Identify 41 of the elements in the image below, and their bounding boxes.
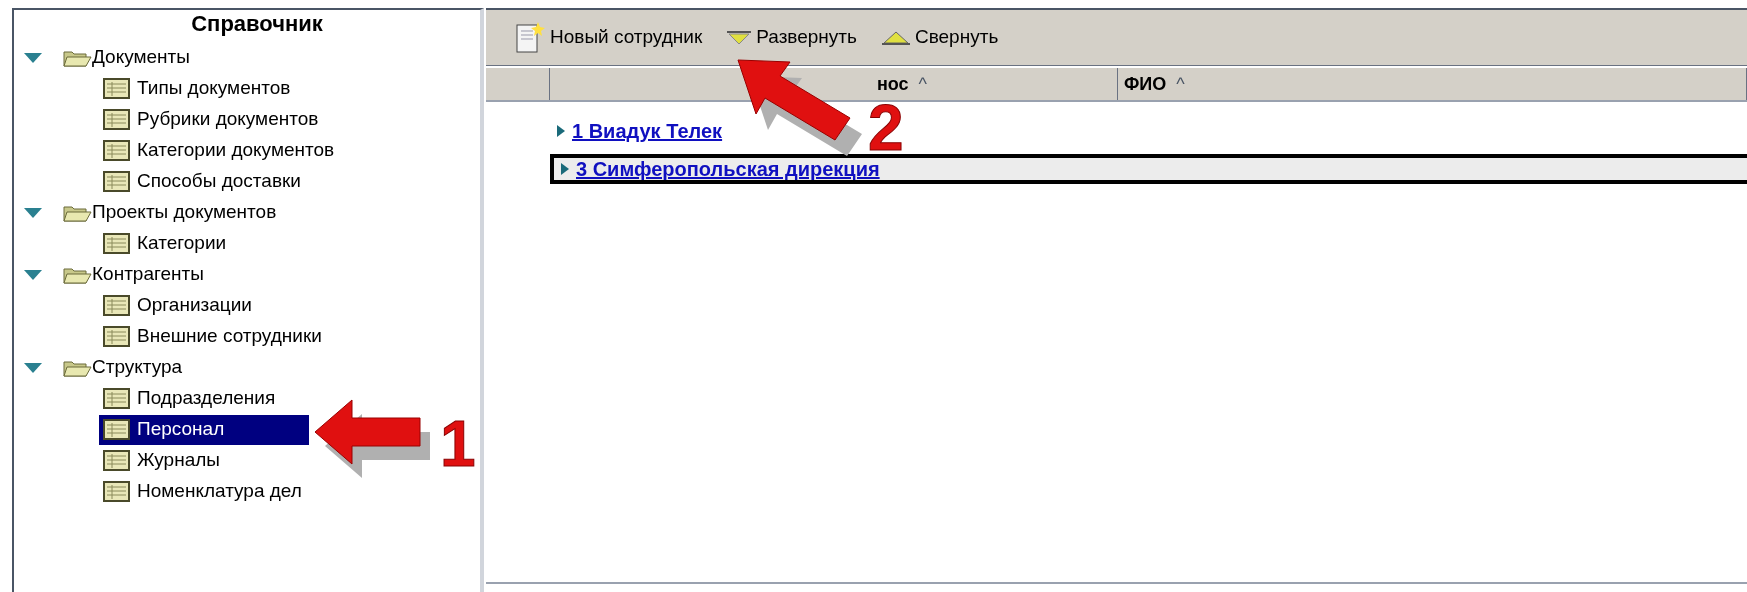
tree-item[interactable]: Контрагенты [92,260,204,289]
tree-item[interactable]: Документы [92,43,190,72]
table-icon [103,325,131,348]
tree-item[interactable]: Категории [99,228,229,259]
table-icon [103,139,131,162]
tree-item[interactable]: Подразделения [99,383,278,414]
collapse-icon [880,29,911,46]
table-icon [103,480,131,503]
group-row[interactable]: 3 Симферопольская дирекция [550,154,1747,184]
column-header[interactable]: ФИО ^ [1118,68,1747,100]
callout-number: 1 [440,408,476,480]
tree-item[interactable]: Рубрики документов [99,104,321,135]
panel-title: Справочник [190,12,324,36]
tree-item[interactable]: Персонал [99,414,309,445]
table-icon [103,418,131,441]
toolbar-button[interactable]: Развернуть [726,23,857,52]
tree-item[interactable]: Внешние сотрудники [99,321,324,352]
table-icon [103,387,131,410]
new-document-icon [514,20,546,55]
tree-item[interactable]: Номенклатура дел [99,476,304,507]
table-icon [103,170,131,193]
table-icon [103,108,131,131]
tree-item[interactable]: Проекты документов [92,198,277,227]
toolbar-button[interactable]: Свернуть [880,23,999,52]
tree-item[interactable]: Типы документов [99,73,293,104]
tree-item[interactable]: Организации [99,290,254,321]
expand-icon [726,29,753,46]
table-icon [103,449,131,472]
tree-item[interactable]: Структура [92,353,183,382]
sort-indicator: ^ [1176,72,1185,96]
table-icon [103,294,131,317]
tree-item[interactable]: Способы доставки [99,166,303,197]
table-icon [103,77,131,100]
expander-icon[interactable] [556,124,566,138]
group-row[interactable]: 1 Виадук Телек [550,116,727,146]
toolbar-button[interactable]: Новый сотрудник [514,20,703,55]
expander-icon[interactable] [560,162,570,176]
table-icon [103,232,131,255]
tree-item[interactable]: Журналы [99,445,222,476]
tree-item[interactable]: Категории документов [99,135,337,166]
sort-indicator: ^ [918,72,927,96]
